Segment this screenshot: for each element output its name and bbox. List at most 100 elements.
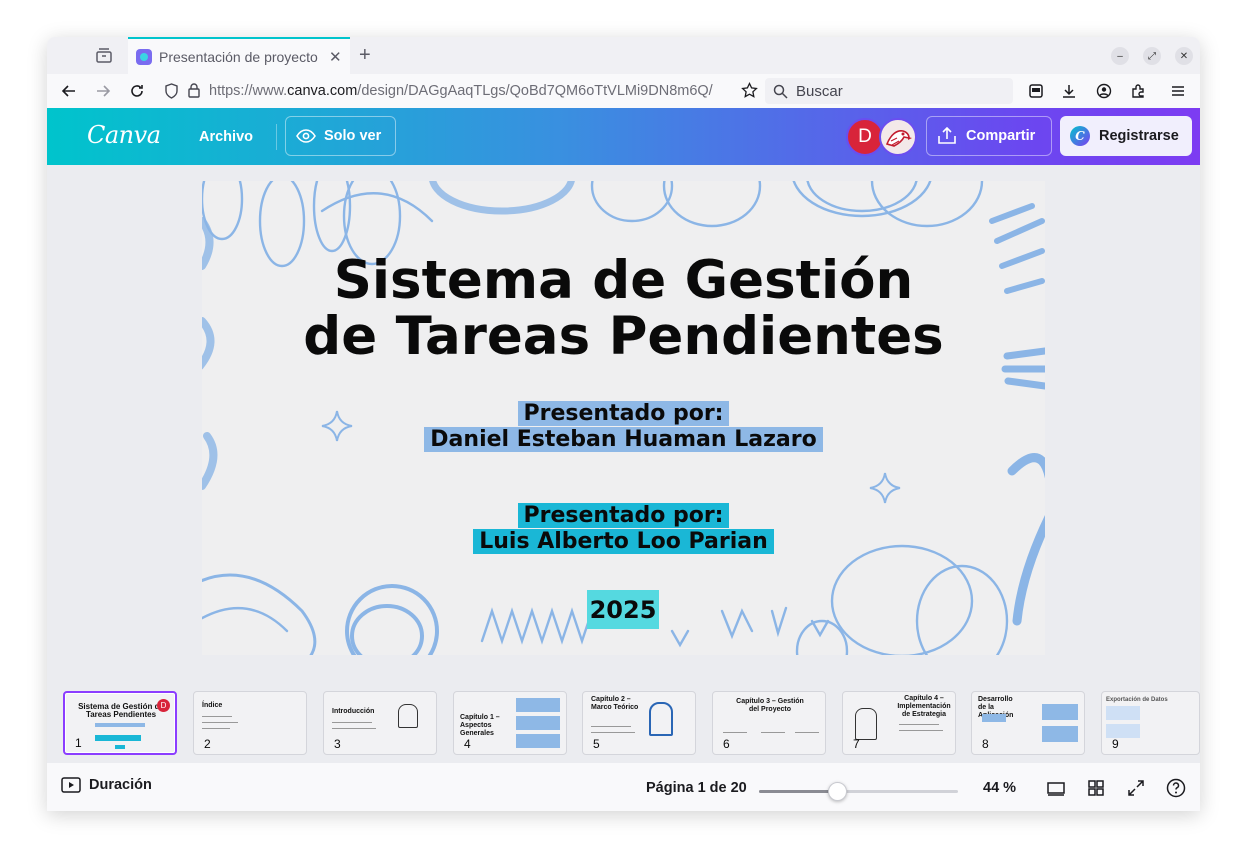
tab-list-icon[interactable]: [95, 46, 113, 64]
thumb-title: Sistema de Gestión de Tareas Pendientes: [78, 702, 164, 719]
thumbnail-page-5[interactable]: Capítulo 2 – Marco Teórico 5: [582, 691, 696, 755]
file-menu-button[interactable]: Archivo: [186, 118, 266, 156]
tab-bar: Presentación de proyecto ✕ + – ⤢ ✕: [47, 37, 1200, 74]
grid-view-icon[interactable]: [1085, 777, 1107, 799]
back-icon[interactable]: [58, 80, 80, 102]
close-window-icon[interactable]: ✕: [1175, 47, 1193, 65]
thumb-title: Capítulo 3 – Gestión del Proyecto: [736, 698, 804, 713]
reader-view-icon[interactable]: [1025, 80, 1047, 102]
thumbnail-page-6[interactable]: Capítulo 3 – Gestión del Proyecto 6: [712, 691, 826, 755]
url-text[interactable]: https://www.canva.com/design/DAGgAaqTLgs…: [209, 83, 729, 99]
url-prefix: https://www.: [209, 83, 288, 99]
thumb-box: [516, 698, 560, 712]
close-tab-icon[interactable]: ✕: [329, 48, 342, 66]
duration-button[interactable]: Duración: [61, 777, 152, 793]
canva-logo[interactable]: Canva: [87, 121, 161, 149]
account-icon[interactable]: [1093, 80, 1115, 102]
play-icon: [61, 777, 81, 793]
help-icon[interactable]: [1165, 777, 1187, 799]
forward-icon[interactable]: [92, 80, 114, 102]
browser-tab-active[interactable]: Presentación de proyecto ✕: [128, 37, 350, 74]
thumb-text-line: [332, 728, 376, 729]
canva-favicon-icon: [136, 48, 152, 65]
thumb-text-line: [202, 722, 238, 723]
thumb-text-line: [899, 724, 939, 725]
register-label: Registrarse: [1099, 128, 1179, 144]
extensions-icon[interactable]: [1127, 80, 1149, 102]
eye-icon: [296, 129, 316, 143]
thumb-number: 2: [204, 737, 211, 751]
thumb-title: Exportación de Datos: [1106, 697, 1168, 703]
thumb-number: 3: [334, 737, 341, 751]
fullscreen-icon[interactable]: [1125, 777, 1147, 799]
thumb-box: [1106, 724, 1140, 738]
editor-workspace: Sistema de Gestión de Tareas Pendientes …: [47, 165, 1200, 685]
thumb-number: 9: [1112, 737, 1119, 751]
menu-icon[interactable]: [1167, 80, 1189, 102]
thumb-title: Introducción: [332, 708, 375, 715]
thumb-title: Capítulo 1 – Aspectos Generales: [460, 714, 500, 737]
thumbnail-page-1[interactable]: Sistema de Gestión de Tareas Pendientes …: [63, 691, 177, 755]
thumb-text-line: [761, 732, 785, 733]
collaborator-avatar[interactable]: [879, 118, 917, 156]
zoom-slider[interactable]: [759, 782, 958, 801]
view-only-button[interactable]: Solo ver: [285, 116, 396, 156]
register-button[interactable]: C Registrarse: [1060, 116, 1192, 156]
page-indicator[interactable]: Página 1 de 20: [646, 780, 747, 796]
url-bar[interactable]: https://www.canva.com/design/DAGgAaqTLgs…: [161, 77, 758, 105]
share-button[interactable]: Compartir: [926, 116, 1052, 156]
search-bar[interactable]: Buscar: [765, 78, 1013, 104]
thumb-highlight: [95, 735, 141, 741]
thumb-text-line: [202, 728, 230, 729]
header-divider: [276, 124, 277, 150]
canva-c-icon: C: [1070, 126, 1090, 146]
thumbnail-page-9[interactable]: Exportación de Datos 9: [1101, 691, 1200, 755]
slide-title-line1: Sistema de Gestión: [333, 250, 914, 311]
slide-canvas[interactable]: Sistema de Gestión de Tareas Pendientes …: [202, 181, 1045, 655]
search-placeholder: Buscar: [796, 82, 843, 100]
download-icon[interactable]: [1058, 80, 1080, 102]
maximize-icon[interactable]: ⤢: [1143, 47, 1161, 65]
thumb-box: [516, 734, 560, 748]
bird-avatar-icon: [885, 130, 912, 147]
thumb-text-line: [591, 732, 635, 733]
thumbnail-page-4[interactable]: Capítulo 1 – Aspectos Generales 4: [453, 691, 567, 755]
reload-icon[interactable]: [126, 80, 148, 102]
thumb-number: 1: [75, 736, 82, 750]
thumbnail-page-7[interactable]: Capítulo 4 – Implementación de Estrategi…: [842, 691, 956, 755]
slide-title: Sistema de Gestión de Tareas Pendientes: [202, 253, 1045, 365]
lock-icon[interactable]: [187, 82, 201, 104]
share-label: Compartir: [966, 128, 1036, 144]
thumb-illustration: [398, 704, 418, 728]
thumbnail-page-3[interactable]: Introducción 3: [323, 691, 437, 755]
search-icon: [773, 84, 788, 99]
thumb-number: 7: [853, 737, 860, 751]
url-domain: canva.com: [287, 83, 358, 99]
thumbnail-page-2[interactable]: Índice 2: [193, 691, 307, 755]
thumb-text-line: [795, 732, 819, 733]
navigation-bar: https://www.canva.com/design/DAGgAaqTLgs…: [47, 74, 1200, 108]
bookmark-star-icon[interactable]: [741, 81, 758, 104]
presenter-1-label: Presentado por:: [517, 401, 730, 426]
thumb-box: [1106, 706, 1140, 720]
browser-window: Presentación de proyecto ✕ + – ⤢ ✕ https…: [47, 37, 1200, 811]
thumb-box: [982, 714, 1006, 722]
presenter-2-block: Presentado por: Luis Alberto Loo Parian: [202, 503, 1045, 555]
thumb-box: [1042, 704, 1078, 720]
presenter-2-label: Presentado por:: [517, 503, 730, 528]
single-view-icon[interactable]: [1045, 777, 1067, 799]
slide-title-line2: de Tareas Pendientes: [303, 306, 944, 367]
slide-year: 2025: [587, 590, 659, 629]
thumb-text-line: [899, 730, 943, 731]
zoom-slider-knob[interactable]: [827, 782, 847, 801]
new-tab-button[interactable]: +: [359, 45, 371, 65]
zoom-level[interactable]: 44 %: [983, 780, 1016, 796]
tab-title: Presentación de proyecto: [159, 48, 318, 65]
shield-icon[interactable]: [164, 83, 179, 104]
thumbnail-page-8[interactable]: Desarrollo de la Aplicación 8: [971, 691, 1085, 755]
thumb-text-line: [723, 732, 747, 733]
url-path: /design/DAGgAaqTLgs/QoBd7QM6oTtVLMi9DN8m…: [357, 83, 713, 99]
thumb-number: 5: [593, 737, 600, 751]
minimize-icon[interactable]: –: [1111, 47, 1129, 65]
thumb-box: [1042, 726, 1078, 742]
